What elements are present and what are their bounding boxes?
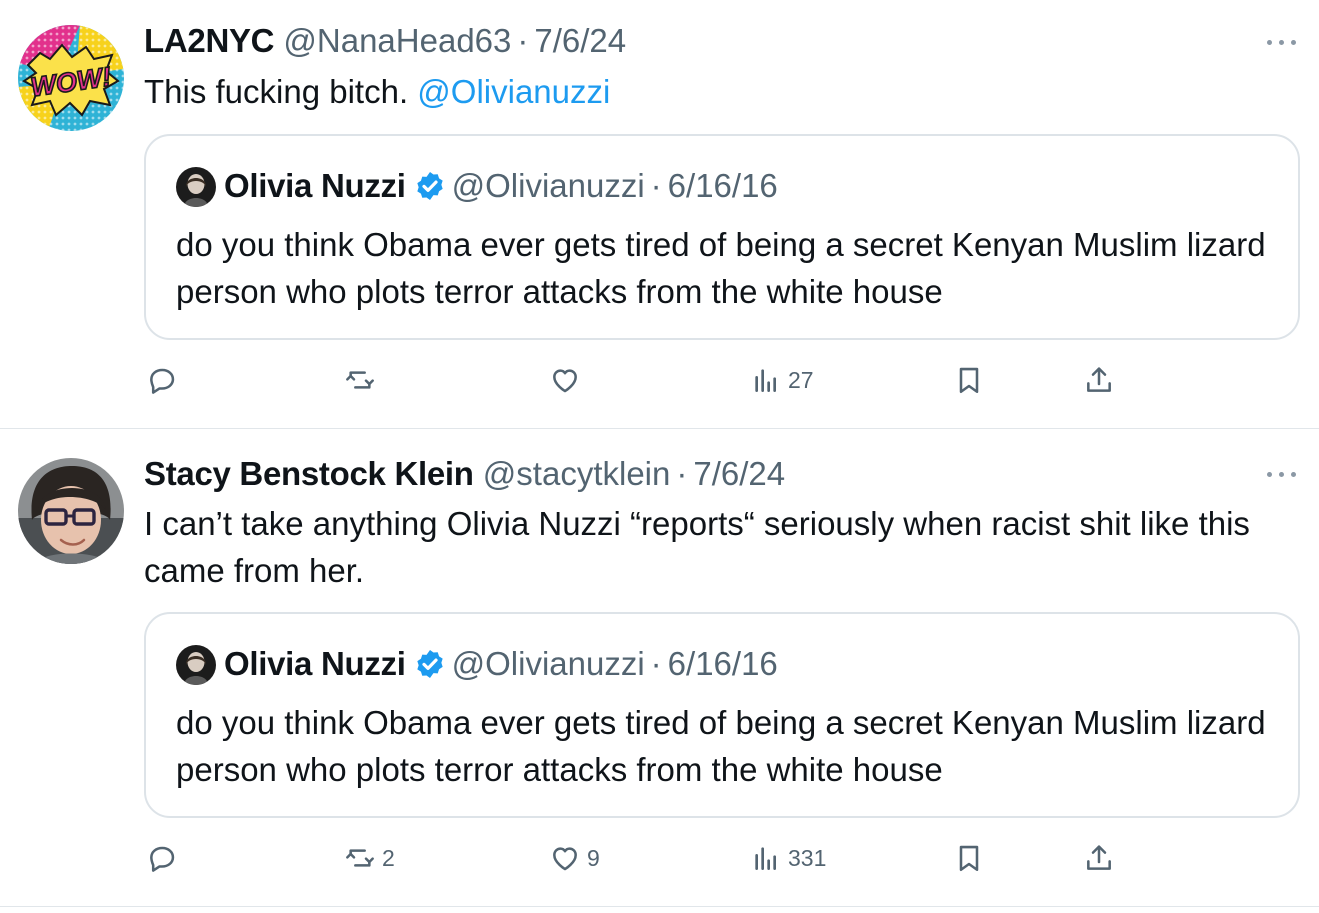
verified-badge-icon — [416, 172, 443, 200]
author-handle[interactable]: @stacytklein — [483, 455, 671, 492]
more-dot-icon — [1291, 472, 1296, 477]
separator-dot: · — [650, 645, 662, 682]
quoted-tweet[interactable]: Olivia Nuzzi @Olivianuzzi · 6/16/16 do you … — [144, 612, 1300, 818]
share-icon — [1087, 845, 1111, 870]
wow-comic-avatar-icon: WOW! — [18, 25, 124, 131]
person-with-glasses-avatar-icon — [18, 458, 124, 564]
quoted-author-handle: @Olivianuzzi — [451, 167, 645, 204]
quoted-avatar — [176, 645, 216, 685]
quoted-text: do you think Obama ever gets tired of be… — [176, 704, 1266, 788]
verified-badge-icon — [416, 650, 443, 678]
view-count: 331 — [788, 844, 827, 871]
tweet-actions: 2 9 331 — [0, 838, 1319, 878]
quoted-author-handle: @Olivianuzzi — [451, 645, 645, 682]
more-dot-icon — [1267, 472, 1272, 477]
reply-icon — [150, 846, 175, 872]
views-button[interactable]: 27 — [750, 360, 814, 400]
quoted-date: 6/16/16 — [667, 167, 778, 204]
retweet-count: 2 — [382, 844, 395, 871]
share-button[interactable] — [1083, 838, 1115, 878]
reply-button[interactable] — [146, 838, 184, 878]
tweet-date[interactable]: 7/6/24 — [534, 22, 626, 59]
quoted-date: 6/16/16 — [667, 645, 778, 682]
quoted-tweet[interactable]: Olivia Nuzzi @Olivianuzzi · 6/16/16 do you … — [144, 134, 1300, 340]
like-button[interactable] — [549, 360, 587, 400]
tweet[interactable]: Stacy Benstock Klein @stacytklein · 7/6/24… — [0, 429, 1319, 907]
tweet-text: This fucking bitch. @Olivianuzzi — [144, 68, 1309, 115]
author-name[interactable]: Stacy Benstock Klein — [144, 455, 474, 492]
author-handle[interactable]: @NanaHead63 — [283, 22, 511, 59]
retweet-icon — [346, 849, 374, 867]
share-button[interactable] — [1083, 360, 1115, 400]
retweet-button[interactable]: 2 — [344, 838, 395, 878]
tweet-date[interactable]: 7/6/24 — [693, 455, 785, 492]
tweet-header: Stacy Benstock Klein @stacytklein · 7/6/24 — [144, 454, 785, 494]
heart-icon — [553, 847, 577, 871]
more-options-button[interactable] — [1265, 464, 1299, 484]
more-dot-icon — [1279, 472, 1284, 477]
retweet-button[interactable] — [344, 360, 382, 400]
share-icon — [1087, 367, 1111, 392]
mention-link[interactable]: @Olivianuzzi — [417, 73, 610, 110]
reply-button[interactable] — [146, 360, 184, 400]
more-dot-icon — [1279, 40, 1284, 45]
view-count: 27 — [788, 366, 814, 393]
author-name[interactable]: LA2NYC — [144, 22, 275, 59]
more-options-button[interactable] — [1265, 32, 1299, 52]
bookmark-icon — [959, 367, 979, 393]
like-button[interactable]: 9 — [549, 838, 600, 878]
avatar[interactable] — [18, 458, 124, 564]
separator-dot: · — [650, 167, 662, 204]
avatar[interactable]: WOW! — [18, 25, 124, 131]
bookmark-button[interactable] — [953, 360, 985, 400]
analytics-icon — [755, 847, 776, 870]
quoted-avatar — [176, 167, 216, 207]
quoted-text: do you think Obama ever gets tired of be… — [176, 226, 1266, 310]
reply-icon — [150, 368, 175, 394]
separator-dot: · — [676, 455, 688, 492]
tweet[interactable]: WOW! LA2NYC @NanaHead63 · 7/6/24 This fuck… — [0, 0, 1319, 429]
bookmark-button[interactable] — [953, 838, 985, 878]
quoted-author-name: Olivia Nuzzi — [224, 645, 406, 682]
retweet-icon — [346, 371, 374, 389]
person-silhouette-avatar-icon — [176, 167, 216, 207]
tweet-text-body: This fucking bitch. — [144, 73, 418, 110]
more-dot-icon — [1291, 40, 1296, 45]
like-count: 9 — [587, 844, 600, 871]
quoted-author-name: Olivia Nuzzi — [224, 167, 406, 204]
tweet-header: LA2NYC @NanaHead63 · 7/6/24 — [144, 21, 626, 61]
analytics-icon — [755, 369, 776, 392]
tweet-actions: 27 — [0, 360, 1319, 400]
bookmark-icon — [959, 845, 979, 871]
more-dot-icon — [1267, 40, 1272, 45]
quoted-header: Olivia Nuzzi @Olivianuzzi · 6/16/16 — [224, 643, 778, 685]
quoted-header: Olivia Nuzzi @Olivianuzzi · 6/16/16 — [224, 165, 778, 207]
views-button[interactable]: 331 — [750, 838, 826, 878]
tweet-text: I can’t take anything Olivia Nuzzi “repo… — [144, 505, 1250, 589]
heart-icon — [553, 369, 577, 393]
separator-dot: · — [517, 22, 529, 59]
person-silhouette-avatar-icon — [176, 645, 216, 685]
